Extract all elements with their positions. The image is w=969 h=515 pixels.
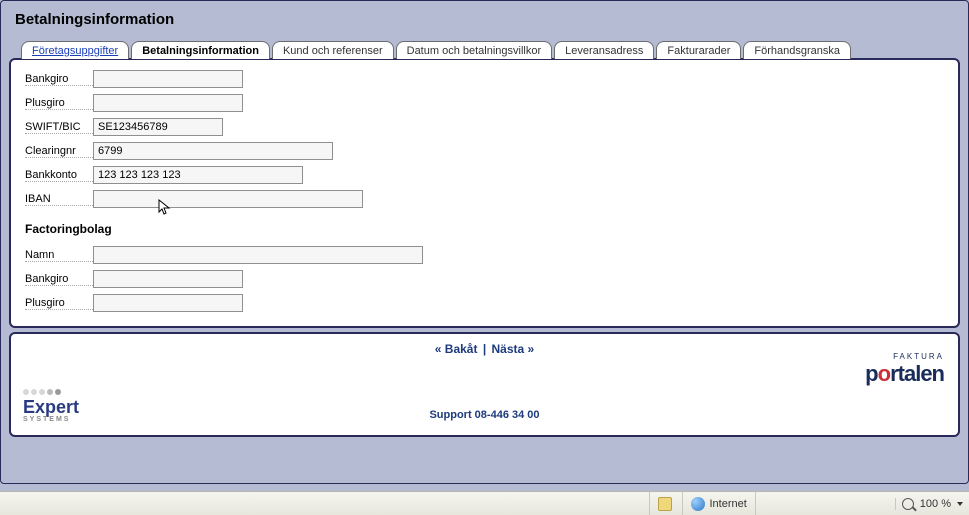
swift-label: SWIFT/BIC: [25, 121, 93, 134]
factoring-heading: Factoringbolag: [25, 222, 944, 236]
globe-icon: [691, 497, 705, 511]
tabs-row: Företagsuppgifter Betalningsinformation …: [21, 40, 960, 58]
factoring-namn-input[interactable]: [93, 246, 423, 264]
clearing-label: Clearingnr: [25, 145, 93, 158]
tab-leveransadress[interactable]: Leveransadress: [554, 41, 654, 59]
nav-separator: |: [483, 342, 486, 356]
shield-icon: [658, 497, 672, 511]
factoring-bankgiro-input[interactable]: [93, 270, 243, 288]
status-zoom-section[interactable]: 100 %: [895, 498, 969, 510]
browser-statusbar: Internet 100 %: [0, 491, 969, 515]
form-panel: Bankgiro Plusgiro SWIFT/BIC Clearingnr B…: [9, 58, 960, 328]
zoom-text: 100 %: [920, 498, 951, 510]
tab-datum-och-betalningsvillkor[interactable]: Datum och betalningsvillkor: [396, 41, 553, 59]
back-link[interactable]: « Bakåt: [435, 342, 478, 356]
tab-betalningsinformation[interactable]: Betalningsinformation: [131, 41, 270, 59]
swift-input[interactable]: [93, 118, 223, 136]
tab-forhandsgranska[interactable]: Förhandsgranska: [743, 41, 851, 59]
next-link[interactable]: Nästa »: [492, 342, 535, 356]
iban-label: IBAN: [25, 193, 93, 206]
status-security-section[interactable]: [649, 492, 682, 515]
bankgiro-input[interactable]: [93, 70, 243, 88]
factoring-plusgiro-label: Plusgiro: [25, 297, 93, 310]
chevron-down-icon: [957, 502, 963, 506]
factoring-namn-label: Namn: [25, 249, 93, 262]
bankkonto-input[interactable]: [93, 166, 303, 184]
factoring-plusgiro-input[interactable]: [93, 294, 243, 312]
magnifier-icon: [902, 498, 914, 510]
bankgiro-label: Bankgiro: [25, 73, 93, 86]
page-title: Betalningsinformation: [15, 11, 960, 28]
logo-fakturaportalen: FAKTURA portalen: [865, 352, 944, 387]
support-text: Support 08-446 34 00: [11, 409, 958, 421]
factoring-bankgiro-label: Bankgiro: [25, 273, 93, 286]
tab-fakturarader[interactable]: Fakturarader: [656, 41, 741, 59]
bankkonto-label: Bankkonto: [25, 169, 93, 182]
clearing-input[interactable]: [93, 142, 333, 160]
plusgiro-input[interactable]: [93, 94, 243, 112]
footer-panel: « Bakåt | Nästa » Expert SYSTEMS FAKTURA…: [9, 332, 960, 437]
tab-kund-och-referenser[interactable]: Kund och referenser: [272, 41, 394, 59]
tab-foretagsuppgifter[interactable]: Företagsuppgifter: [21, 41, 129, 59]
status-zone-section[interactable]: Internet: [682, 492, 754, 515]
plusgiro-label: Plusgiro: [25, 97, 93, 110]
status-zone-text: Internet: [709, 498, 746, 510]
nav-links: « Bakåt | Nästa »: [21, 342, 948, 356]
iban-input[interactable]: [93, 190, 363, 208]
